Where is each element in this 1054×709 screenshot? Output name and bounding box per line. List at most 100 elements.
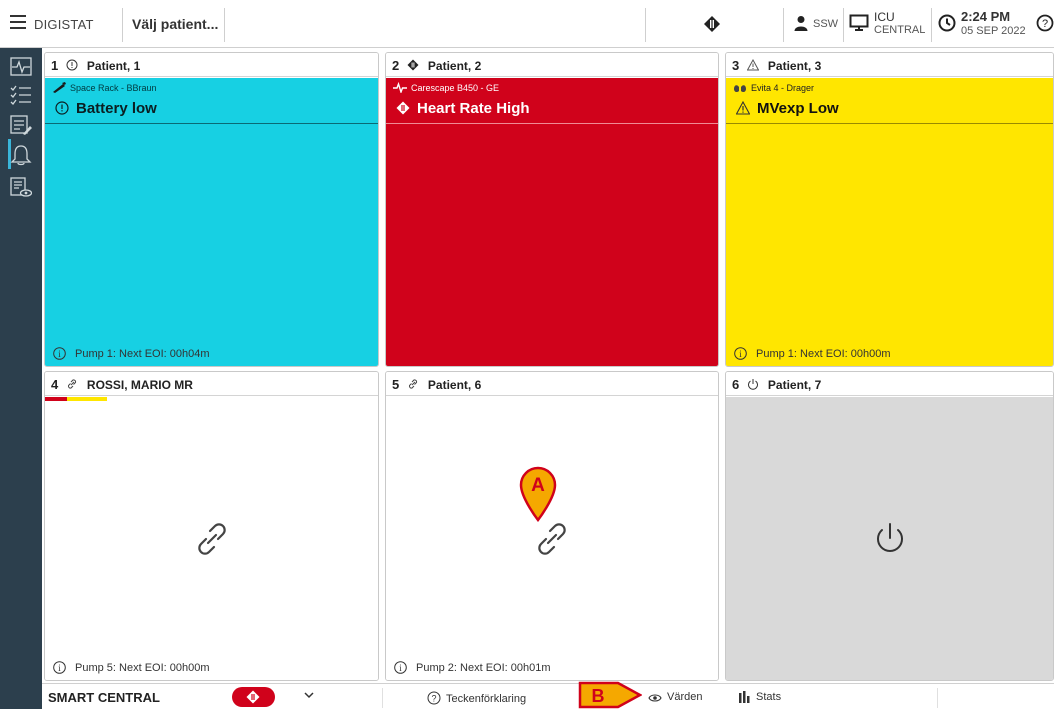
- bed-number: 3: [732, 58, 740, 73]
- svg-text:i: i: [739, 349, 742, 359]
- tile-footer: i Pump 2: Next EOI: 00h01m: [394, 661, 551, 674]
- info-icon: i: [53, 347, 66, 360]
- sidebar: [0, 48, 42, 709]
- link-icon: [538, 522, 566, 555]
- tile-header: 2 Patient, 2: [386, 53, 718, 77]
- divider: [843, 8, 844, 42]
- current-time: 2:24 PM: [961, 9, 1011, 24]
- patient-name: Patient, 3: [767, 59, 822, 73]
- tile-header: 4 ROSSI, MARIO MR: [45, 372, 378, 396]
- top-bar: DIGISTAT Välj patient... SSW ICU CENTRAL…: [0, 0, 1054, 48]
- patient-tile-4[interactable]: 4 ROSSI, MARIO MR i Pump 5: Next EOI: 00h…: [44, 371, 379, 681]
- alarm-diamond-icon[interactable]: [703, 15, 721, 33]
- svg-text:?: ?: [1042, 18, 1048, 30]
- app-name: DIGISTAT: [34, 17, 94, 32]
- divider: [937, 688, 938, 708]
- patient-tile-1[interactable]: 1 Patient, 1 Space Rack - BBraun Battery…: [44, 52, 379, 367]
- tile-footer: i Pump 1: Next EOI: 00h04m: [53, 347, 210, 360]
- device-label: Evita 4 - Drager: [733, 82, 814, 93]
- tile-header: 3 Patient, 3: [726, 53, 1053, 77]
- tile-footer: i Pump 1: Next EOI: 00h00m: [734, 347, 891, 360]
- alarm-area: Evita 4 - Drager MVexp Low i Pump 1: Next…: [726, 78, 1053, 366]
- help-circle-icon: ?: [427, 691, 441, 705]
- warning-triangle-icon: [736, 101, 750, 115]
- workstation-icon: [849, 14, 869, 31]
- svg-text:i: i: [399, 663, 402, 673]
- patient-tile-6[interactable]: 6 Patient, 7: [725, 371, 1054, 681]
- svg-text:i: i: [58, 663, 61, 673]
- alarm-message: Heart Rate High: [396, 100, 530, 117]
- alarm-diamond-icon: [407, 59, 419, 71]
- device-label: Carescape B450 - GE: [393, 82, 499, 93]
- divider: [783, 8, 784, 42]
- bell-icon[interactable]: [10, 144, 32, 166]
- tile-header: 5 Patient, 6: [386, 372, 718, 396]
- tile-header: 6 Patient, 7: [726, 372, 1053, 396]
- help-icon[interactable]: ?: [1036, 14, 1054, 32]
- patient-tile-2[interactable]: 2 Patient, 2 Carescape B450 - GE Heart R…: [385, 52, 719, 367]
- divider: [224, 8, 225, 42]
- info-icon: i: [394, 661, 407, 674]
- patient-tile-3[interactable]: 3 Patient, 3 Evita 4 - Drager MVexp Low …: [725, 52, 1054, 367]
- tile-header: 1 Patient, 1: [45, 53, 378, 77]
- alarm-message: Battery low: [55, 100, 157, 117]
- alarm-strip-yellow: [67, 397, 107, 401]
- divider: [645, 8, 646, 42]
- bar-chart-icon: [739, 691, 750, 703]
- info-circle-icon: [55, 101, 69, 115]
- alarm-diamond-icon: [396, 101, 410, 115]
- user-icon[interactable]: [793, 15, 809, 31]
- heart-waveform-icon: [393, 82, 407, 93]
- stats-button[interactable]: Stats: [738, 691, 781, 703]
- device-label: Space Rack - BBraun: [52, 82, 157, 93]
- calendar-eye-icon[interactable]: [10, 176, 32, 198]
- warning-triangle-icon: [746, 59, 759, 71]
- checklist-icon[interactable]: [10, 84, 32, 106]
- info-circle-icon: [66, 59, 78, 71]
- tile-content: i Pump 5: Next EOI: 00h00m: [45, 397, 378, 680]
- location-name: CENTRAL: [874, 24, 926, 36]
- annotation-marker-a: A: [519, 466, 557, 522]
- patient-name: Patient, 7: [767, 378, 822, 392]
- bed-number: 6: [732, 377, 740, 392]
- menu-icon[interactable]: [10, 15, 26, 29]
- alarm-diamond-icon: [246, 690, 260, 704]
- user-name[interactable]: SSW: [813, 18, 838, 30]
- patient-name: Patient, 2: [427, 59, 482, 73]
- eye-icon: [648, 694, 662, 702]
- divider: [726, 123, 1053, 124]
- bottom-bar: SMART CENTRAL ? Teckenförklaring Värden S…: [42, 683, 1054, 709]
- lungs-icon: [734, 83, 746, 93]
- patient-selector[interactable]: Välj patient...: [132, 16, 218, 32]
- syringe-pump-icon: [53, 82, 66, 93]
- info-icon: i: [734, 347, 747, 360]
- patient-name: Patient, 1: [86, 59, 141, 73]
- values-button[interactable]: Värden: [648, 691, 702, 703]
- power-icon: [876, 522, 903, 552]
- link-icon: [408, 379, 417, 389]
- svg-text:i: i: [58, 349, 61, 359]
- legend-button[interactable]: ? Teckenförklaring: [427, 691, 526, 705]
- monitor-waveform-icon[interactable]: [10, 56, 32, 78]
- power-icon: [747, 379, 758, 390]
- info-icon: i: [53, 661, 66, 674]
- patient-name: Patient, 6: [427, 378, 482, 392]
- annotation-marker-b: B: [578, 681, 642, 709]
- divider: [122, 8, 123, 42]
- svg-text:A: A: [531, 475, 545, 496]
- patient-tile-5[interactable]: 5 Patient, 6 i Pump 2: Next EOI: 00h01m: [385, 371, 719, 681]
- divider: [931, 8, 932, 42]
- alarm-area: Carescape B450 - GE Heart Rate High: [386, 78, 718, 366]
- bed-number: 5: [392, 377, 400, 392]
- notes-edit-icon[interactable]: [10, 114, 32, 136]
- tile-content: [726, 397, 1053, 680]
- alarm-filter-button[interactable]: [232, 687, 275, 707]
- tile-footer: i Pump 5: Next EOI: 00h00m: [53, 661, 210, 674]
- link-icon: [197, 522, 226, 555]
- location-ward: ICU: [874, 10, 895, 24]
- chevron-down-icon[interactable]: [304, 690, 314, 700]
- divider: [382, 688, 383, 708]
- link-icon: [67, 379, 76, 389]
- current-date: 05 SEP 2022: [961, 25, 1026, 37]
- bed-number: 2: [392, 58, 400, 73]
